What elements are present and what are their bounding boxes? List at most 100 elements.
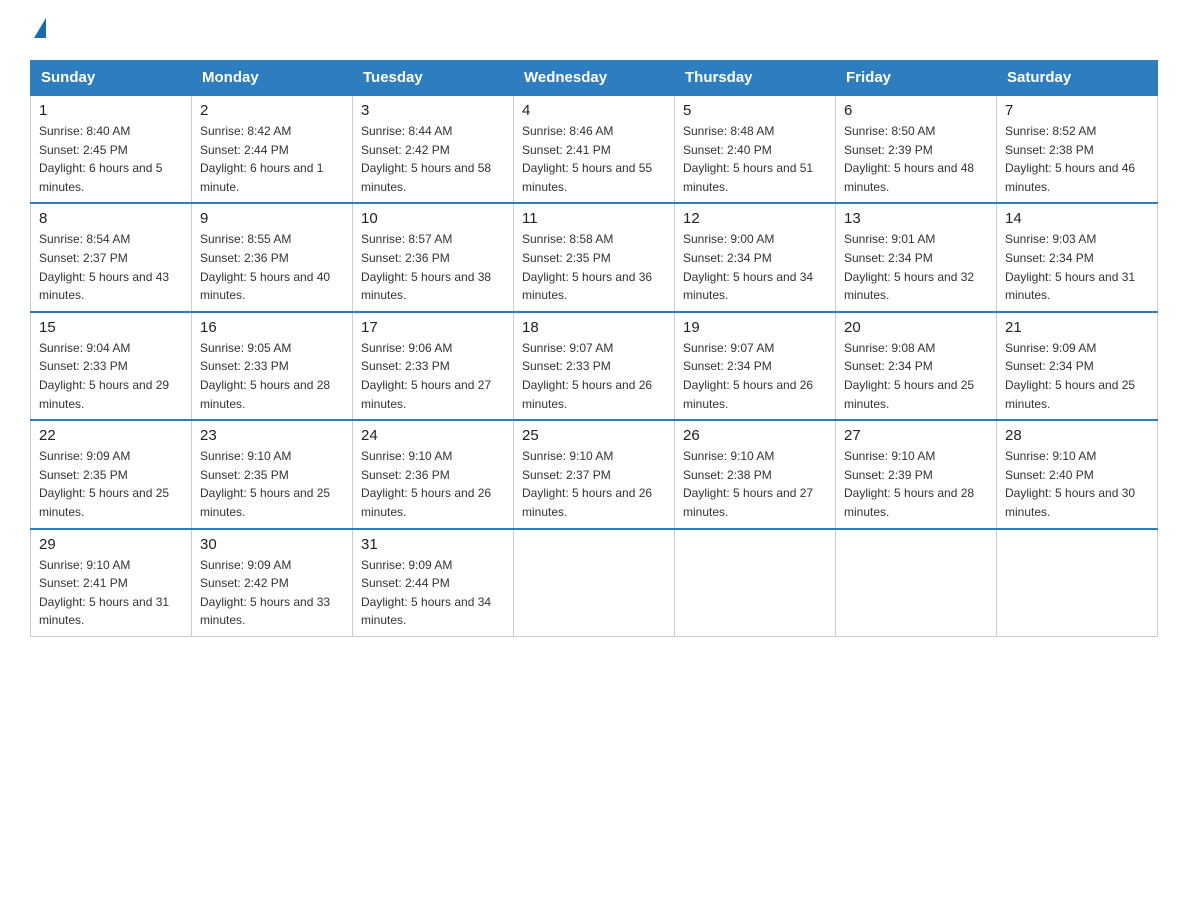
day-number: 9 [200, 210, 344, 227]
calendar-cell: 28 Sunrise: 9:10 AMSunset: 2:40 PMDaylig… [997, 420, 1158, 528]
day-number: 4 [522, 102, 666, 119]
day-info: Sunrise: 9:10 AMSunset: 2:37 PMDaylight:… [522, 449, 652, 519]
day-info: Sunrise: 9:10 AMSunset: 2:40 PMDaylight:… [1005, 449, 1135, 519]
day-number: 25 [522, 427, 666, 444]
calendar-cell: 16 Sunrise: 9:05 AMSunset: 2:33 PMDaylig… [192, 312, 353, 420]
header [30, 20, 1158, 40]
day-info: Sunrise: 8:57 AMSunset: 2:36 PMDaylight:… [361, 232, 491, 302]
day-info: Sunrise: 9:09 AMSunset: 2:35 PMDaylight:… [39, 449, 169, 519]
day-info: Sunrise: 9:00 AMSunset: 2:34 PMDaylight:… [683, 232, 813, 302]
weekday-header-row: SundayMondayTuesdayWednesdayThursdayFrid… [31, 61, 1158, 96]
calendar-cell: 19 Sunrise: 9:07 AMSunset: 2:34 PMDaylig… [675, 312, 836, 420]
day-number: 23 [200, 427, 344, 444]
day-info: Sunrise: 9:04 AMSunset: 2:33 PMDaylight:… [39, 341, 169, 411]
day-number: 20 [844, 319, 988, 336]
day-info: Sunrise: 9:01 AMSunset: 2:34 PMDaylight:… [844, 232, 974, 302]
day-number: 28 [1005, 427, 1149, 444]
weekday-header-monday: Monday [192, 61, 353, 96]
calendar-cell: 10 Sunrise: 8:57 AMSunset: 2:36 PMDaylig… [353, 203, 514, 311]
day-info: Sunrise: 8:54 AMSunset: 2:37 PMDaylight:… [39, 232, 169, 302]
calendar-cell: 29 Sunrise: 9:10 AMSunset: 2:41 PMDaylig… [31, 529, 192, 637]
day-info: Sunrise: 9:05 AMSunset: 2:33 PMDaylight:… [200, 341, 330, 411]
calendar-cell: 1 Sunrise: 8:40 AMSunset: 2:45 PMDayligh… [31, 95, 192, 203]
week-row-3: 15 Sunrise: 9:04 AMSunset: 2:33 PMDaylig… [31, 312, 1158, 420]
day-info: Sunrise: 9:03 AMSunset: 2:34 PMDaylight:… [1005, 232, 1135, 302]
day-number: 7 [1005, 102, 1149, 119]
calendar-cell: 2 Sunrise: 8:42 AMSunset: 2:44 PMDayligh… [192, 95, 353, 203]
calendar-cell: 9 Sunrise: 8:55 AMSunset: 2:36 PMDayligh… [192, 203, 353, 311]
day-info: Sunrise: 9:08 AMSunset: 2:34 PMDaylight:… [844, 341, 974, 411]
day-info: Sunrise: 8:42 AMSunset: 2:44 PMDaylight:… [200, 124, 323, 194]
day-info: Sunrise: 9:07 AMSunset: 2:34 PMDaylight:… [683, 341, 813, 411]
weekday-header-friday: Friday [836, 61, 997, 96]
logo-triangle-icon [34, 18, 46, 38]
day-info: Sunrise: 8:44 AMSunset: 2:42 PMDaylight:… [361, 124, 491, 194]
day-number: 17 [361, 319, 505, 336]
logo [30, 20, 46, 40]
calendar-cell: 15 Sunrise: 9:04 AMSunset: 2:33 PMDaylig… [31, 312, 192, 420]
week-row-1: 1 Sunrise: 8:40 AMSunset: 2:45 PMDayligh… [31, 95, 1158, 203]
calendar-cell: 30 Sunrise: 9:09 AMSunset: 2:42 PMDaylig… [192, 529, 353, 637]
weekday-header-saturday: Saturday [997, 61, 1158, 96]
weekday-header-sunday: Sunday [31, 61, 192, 96]
day-number: 14 [1005, 210, 1149, 227]
calendar-cell [675, 529, 836, 637]
day-number: 29 [39, 536, 183, 553]
day-info: Sunrise: 8:48 AMSunset: 2:40 PMDaylight:… [683, 124, 813, 194]
day-number: 19 [683, 319, 827, 336]
calendar-cell: 21 Sunrise: 9:09 AMSunset: 2:34 PMDaylig… [997, 312, 1158, 420]
day-info: Sunrise: 9:09 AMSunset: 2:42 PMDaylight:… [200, 558, 330, 628]
calendar-cell: 13 Sunrise: 9:01 AMSunset: 2:34 PMDaylig… [836, 203, 997, 311]
day-number: 13 [844, 210, 988, 227]
day-info: Sunrise: 8:50 AMSunset: 2:39 PMDaylight:… [844, 124, 974, 194]
day-info: Sunrise: 8:46 AMSunset: 2:41 PMDaylight:… [522, 124, 652, 194]
week-row-2: 8 Sunrise: 8:54 AMSunset: 2:37 PMDayligh… [31, 203, 1158, 311]
calendar-cell: 3 Sunrise: 8:44 AMSunset: 2:42 PMDayligh… [353, 95, 514, 203]
calendar-cell: 27 Sunrise: 9:10 AMSunset: 2:39 PMDaylig… [836, 420, 997, 528]
day-info: Sunrise: 8:52 AMSunset: 2:38 PMDaylight:… [1005, 124, 1135, 194]
day-info: Sunrise: 9:10 AMSunset: 2:35 PMDaylight:… [200, 449, 330, 519]
day-info: Sunrise: 8:55 AMSunset: 2:36 PMDaylight:… [200, 232, 330, 302]
day-number: 1 [39, 102, 183, 119]
day-number: 6 [844, 102, 988, 119]
day-number: 21 [1005, 319, 1149, 336]
calendar-cell: 23 Sunrise: 9:10 AMSunset: 2:35 PMDaylig… [192, 420, 353, 528]
calendar-table: SundayMondayTuesdayWednesdayThursdayFrid… [30, 60, 1158, 637]
calendar-cell: 12 Sunrise: 9:00 AMSunset: 2:34 PMDaylig… [675, 203, 836, 311]
week-row-5: 29 Sunrise: 9:10 AMSunset: 2:41 PMDaylig… [31, 529, 1158, 637]
day-number: 31 [361, 536, 505, 553]
day-number: 18 [522, 319, 666, 336]
day-number: 12 [683, 210, 827, 227]
day-info: Sunrise: 9:09 AMSunset: 2:34 PMDaylight:… [1005, 341, 1135, 411]
day-info: Sunrise: 9:10 AMSunset: 2:41 PMDaylight:… [39, 558, 169, 628]
day-number: 15 [39, 319, 183, 336]
calendar-cell: 22 Sunrise: 9:09 AMSunset: 2:35 PMDaylig… [31, 420, 192, 528]
day-number: 3 [361, 102, 505, 119]
day-info: Sunrise: 9:10 AMSunset: 2:38 PMDaylight:… [683, 449, 813, 519]
day-number: 26 [683, 427, 827, 444]
calendar-cell: 18 Sunrise: 9:07 AMSunset: 2:33 PMDaylig… [514, 312, 675, 420]
day-info: Sunrise: 9:10 AMSunset: 2:39 PMDaylight:… [844, 449, 974, 519]
logo-blue-text [30, 20, 46, 40]
day-number: 24 [361, 427, 505, 444]
calendar-cell: 8 Sunrise: 8:54 AMSunset: 2:37 PMDayligh… [31, 203, 192, 311]
weekday-header-wednesday: Wednesday [514, 61, 675, 96]
calendar-cell: 24 Sunrise: 9:10 AMSunset: 2:36 PMDaylig… [353, 420, 514, 528]
calendar-cell: 11 Sunrise: 8:58 AMSunset: 2:35 PMDaylig… [514, 203, 675, 311]
day-info: Sunrise: 8:58 AMSunset: 2:35 PMDaylight:… [522, 232, 652, 302]
day-number: 8 [39, 210, 183, 227]
day-info: Sunrise: 9:06 AMSunset: 2:33 PMDaylight:… [361, 341, 491, 411]
calendar-cell: 14 Sunrise: 9:03 AMSunset: 2:34 PMDaylig… [997, 203, 1158, 311]
day-info: Sunrise: 9:07 AMSunset: 2:33 PMDaylight:… [522, 341, 652, 411]
day-number: 10 [361, 210, 505, 227]
day-info: Sunrise: 8:40 AMSunset: 2:45 PMDaylight:… [39, 124, 162, 194]
calendar-cell: 17 Sunrise: 9:06 AMSunset: 2:33 PMDaylig… [353, 312, 514, 420]
day-number: 22 [39, 427, 183, 444]
day-info: Sunrise: 9:10 AMSunset: 2:36 PMDaylight:… [361, 449, 491, 519]
day-number: 2 [200, 102, 344, 119]
calendar-cell: 4 Sunrise: 8:46 AMSunset: 2:41 PMDayligh… [514, 95, 675, 203]
calendar-cell: 26 Sunrise: 9:10 AMSunset: 2:38 PMDaylig… [675, 420, 836, 528]
day-number: 16 [200, 319, 344, 336]
calendar-cell: 6 Sunrise: 8:50 AMSunset: 2:39 PMDayligh… [836, 95, 997, 203]
week-row-4: 22 Sunrise: 9:09 AMSunset: 2:35 PMDaylig… [31, 420, 1158, 528]
